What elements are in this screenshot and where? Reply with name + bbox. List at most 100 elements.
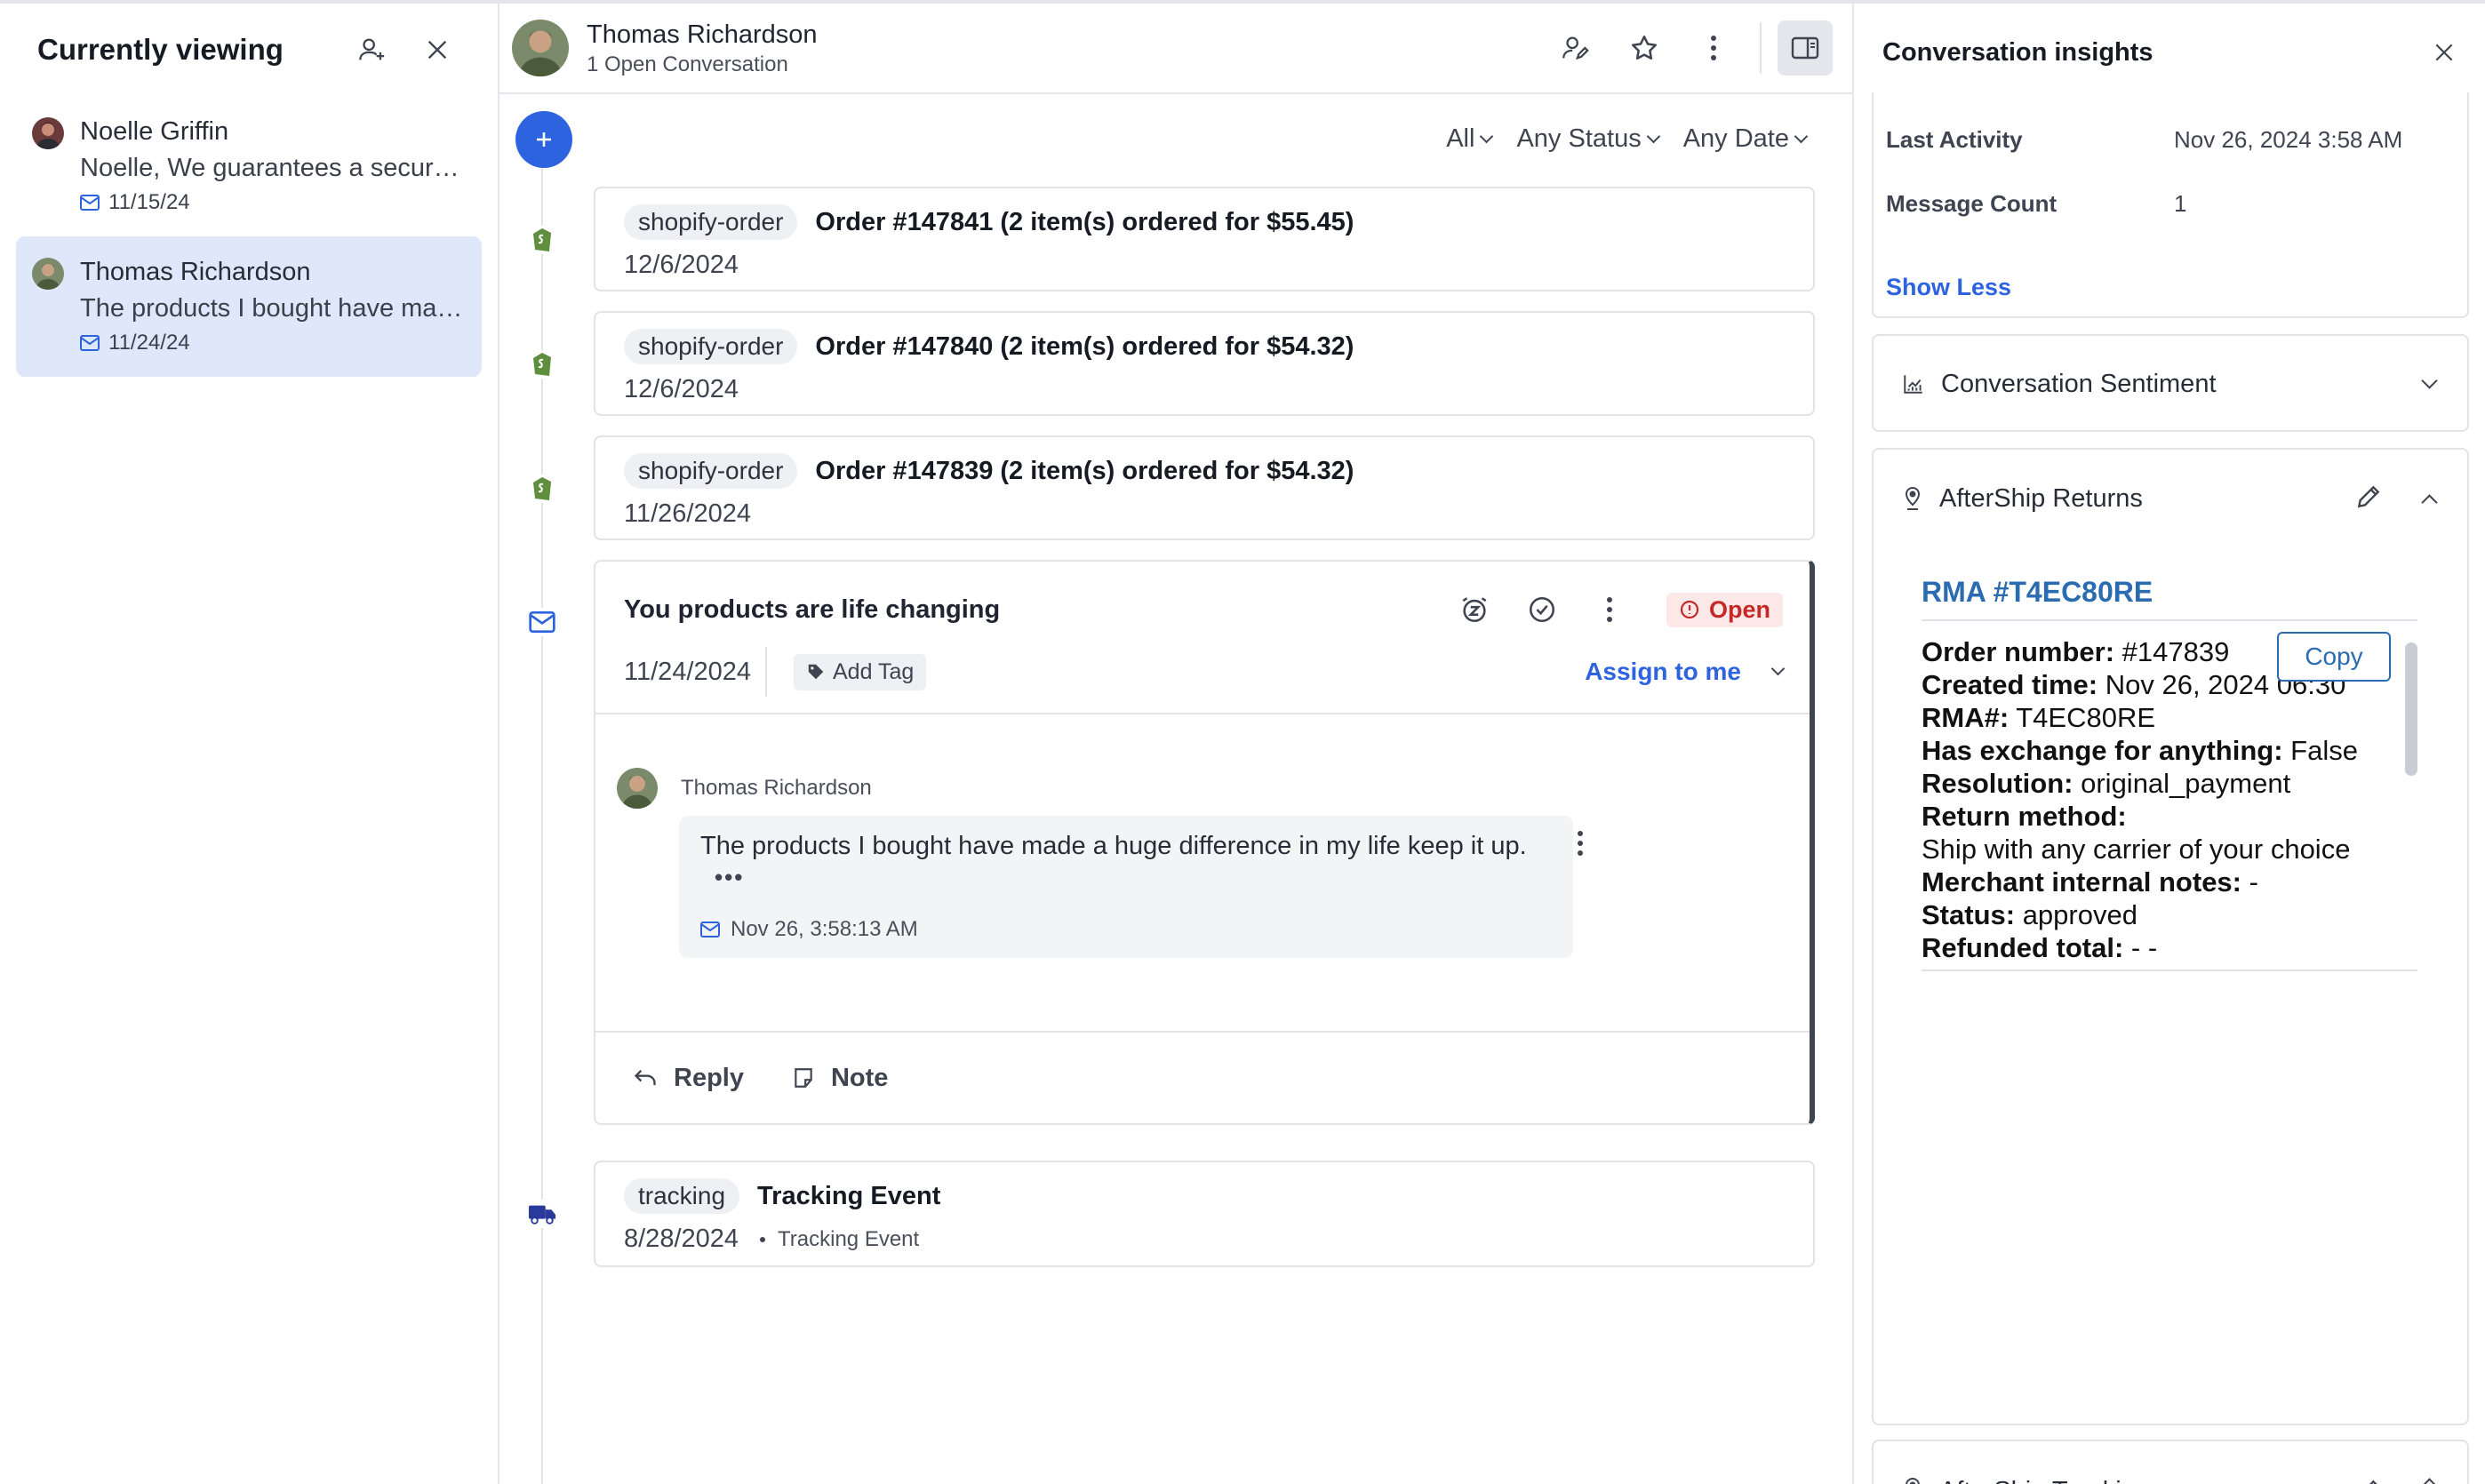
filter-status[interactable]: Any Status bbox=[1516, 124, 1658, 154]
aftership-returns-section: AfterShip Returns RMA #T4EC80RE Copy Ord… bbox=[1872, 448, 2469, 1425]
toggle-sidebar-icon[interactable] bbox=[1778, 20, 1833, 76]
open-conversation-count: 1 Open Conversation bbox=[587, 52, 788, 76]
order-date: 12/6/2024 bbox=[624, 375, 739, 403]
message-author: Thomas Richardson bbox=[681, 776, 872, 800]
conversation-item-thomas-richardson[interactable]: Thomas Richardson The products I bought … bbox=[16, 236, 482, 377]
filter-channel[interactable]: All bbox=[1446, 124, 1491, 154]
order-card[interactable]: shopify-order Order #147841 (2 item(s) o… bbox=[594, 187, 1815, 291]
add-tag-label: Add Tag bbox=[833, 658, 915, 684]
close-icon[interactable] bbox=[412, 25, 462, 75]
shopify-icon bbox=[528, 350, 556, 379]
order-title: Order #147840 (2 item(s) ordered for $54… bbox=[815, 331, 1354, 361]
customer-header: Thomas Richardson 1 Open Conversation bbox=[499, 4, 1852, 94]
reply-button[interactable]: Reply bbox=[633, 1064, 744, 1093]
chevron-up-icon[interactable] bbox=[2421, 493, 2438, 511]
add-tag-button[interactable]: Add Tag bbox=[794, 653, 927, 690]
resolve-check-icon[interactable] bbox=[1521, 588, 1563, 631]
order-card[interactable]: shopify-order Order #147840 (2 item(s) o… bbox=[594, 311, 1815, 416]
currently-viewing-header: Currently viewing bbox=[0, 4, 498, 96]
tracking-subtitle: Tracking Event bbox=[778, 1226, 920, 1251]
field-label: Merchant internal notes: bbox=[1922, 866, 2241, 898]
order-title: Order #147841 (2 item(s) ordered for $55… bbox=[815, 207, 1354, 236]
snooze-icon[interactable] bbox=[1453, 588, 1496, 631]
message-more-icon[interactable] bbox=[1577, 830, 1584, 861]
last-activity-value: Nov 26, 2024 3:58 AM bbox=[2174, 126, 2403, 153]
shopify-icon bbox=[528, 226, 556, 254]
status-badge[interactable]: Open bbox=[1666, 592, 1783, 627]
field-label: RMA#: bbox=[1922, 702, 2010, 733]
last-activity-label: Last Activity bbox=[1886, 126, 2023, 153]
tracking-title: Tracking Event bbox=[757, 1181, 941, 1210]
conversation-item-noelle-griffin[interactable]: Noelle Griffin Noelle, We guarantees a s… bbox=[16, 96, 482, 236]
edit-pencil-icon[interactable] bbox=[2354, 483, 2383, 515]
star-icon[interactable] bbox=[1619, 23, 1669, 73]
order-date: 12/6/2024 bbox=[624, 251, 739, 279]
field-label: Has exchange for anything: bbox=[1922, 735, 2283, 766]
edit-contact-icon[interactable] bbox=[1550, 23, 1600, 73]
avatar bbox=[32, 258, 64, 290]
field-label: Created time: bbox=[1922, 669, 2098, 700]
field-label: Status: bbox=[1922, 899, 2016, 930]
expand-message-button[interactable]: ••• bbox=[715, 864, 1552, 890]
currently-viewing-panel: Currently viewing Noelle Griffin Noelle,… bbox=[0, 0, 499, 1484]
timeline-line bbox=[541, 146, 543, 1484]
conversation-more-icon[interactable] bbox=[1588, 588, 1631, 631]
order-source-pill: shopify-order bbox=[624, 453, 798, 489]
field-label: Order number: bbox=[1922, 636, 2115, 667]
field-value: - - bbox=[2123, 932, 2158, 963]
order-card[interactable]: shopify-order Order #147839 (2 item(s) o… bbox=[594, 435, 1815, 540]
message-time-text: Nov 26, 3:58:13 AM bbox=[731, 917, 918, 941]
assign-to-me-button[interactable]: Assign to me bbox=[1585, 658, 1786, 686]
close-insights-icon[interactable] bbox=[2419, 28, 2469, 77]
rma-return-method-value: Ship with any carrier of your choice bbox=[1922, 834, 2351, 865]
tracking-card[interactable]: tracking Tracking Event 8/28/2024 Tracki… bbox=[594, 1161, 1815, 1267]
tracking-pill: tracking bbox=[624, 1178, 740, 1214]
order-date: 11/26/2024 bbox=[624, 499, 751, 528]
map-pin-icon bbox=[1905, 486, 1921, 510]
currently-viewing-title: Currently viewing bbox=[37, 33, 284, 66]
customer-name: Thomas Richardson bbox=[587, 20, 818, 49]
show-less-link[interactable]: Show Less bbox=[1874, 217, 2467, 301]
status-badge-label: Open bbox=[1708, 595, 1770, 623]
message-count-value: 1 bbox=[2174, 190, 2187, 217]
conversation-subject: You products are life changing bbox=[624, 594, 1001, 624]
order-source-pill: shopify-order bbox=[624, 329, 798, 364]
chevron-down-icon[interactable] bbox=[2421, 371, 2438, 389]
chevron-down-icon[interactable] bbox=[1770, 661, 1786, 675]
edit-pencil-icon[interactable] bbox=[2354, 1477, 2383, 1484]
conversation-preview: The products I bought have made a huge d… bbox=[80, 294, 466, 323]
message-bubble: The products I bought have made a huge d… bbox=[679, 816, 1573, 958]
mail-icon bbox=[80, 335, 100, 351]
tracking-date: 8/28/2024 bbox=[624, 1225, 739, 1253]
conversation-date-text: 11/15/24 bbox=[108, 190, 190, 214]
rma-title[interactable]: RMA #T4EC80RE bbox=[1922, 576, 2417, 621]
aftership-tracking-section[interactable]: AfterShip Tracking bbox=[1872, 1440, 2469, 1484]
note-button[interactable]: Note bbox=[792, 1064, 888, 1093]
bullet bbox=[760, 1236, 766, 1242]
filter-date[interactable]: Any Date bbox=[1683, 124, 1806, 154]
rma-number: RMA#: T4EC80RE bbox=[1922, 701, 2417, 734]
customer-avatar bbox=[512, 20, 569, 76]
more-options-icon[interactable] bbox=[1689, 23, 1738, 73]
message-text: The products I bought have made a huge d… bbox=[700, 832, 1527, 860]
conversation-sentiment-section[interactable]: Conversation Sentiment bbox=[1872, 334, 2469, 432]
insights-details-card: Last Activity Nov 26, 2024 3:58 AM Messa… bbox=[1872, 92, 2469, 318]
conversation-date: 11/24/24 bbox=[80, 327, 466, 359]
rma-scrollbar[interactable] bbox=[2405, 642, 2417, 776]
field-label: Refunded total: bbox=[1922, 932, 2124, 963]
conversation-preview: Noelle, We guarantees a secure payment p… bbox=[80, 154, 466, 182]
add-conversation-button[interactable] bbox=[515, 111, 572, 168]
note-icon bbox=[795, 1068, 812, 1088]
field-value: T4EC80RE bbox=[2009, 702, 2156, 733]
field-value: - bbox=[2241, 866, 2258, 898]
rma-resolution: Resolution: original_payment bbox=[1922, 767, 2417, 800]
field-label: Return method: bbox=[1922, 801, 2127, 832]
copy-button[interactable]: Copy bbox=[2277, 632, 2391, 682]
tag-icon bbox=[808, 664, 824, 680]
conversation-name: Noelle Griffin bbox=[80, 117, 229, 146]
add-person-icon[interactable] bbox=[347, 25, 396, 75]
chevron-up-icon[interactable] bbox=[2421, 1478, 2438, 1484]
shopify-icon bbox=[528, 475, 556, 503]
conversation-card: You products are life changing Open 11/2… bbox=[594, 560, 1815, 1125]
field-value: original_payment bbox=[2073, 768, 2291, 799]
